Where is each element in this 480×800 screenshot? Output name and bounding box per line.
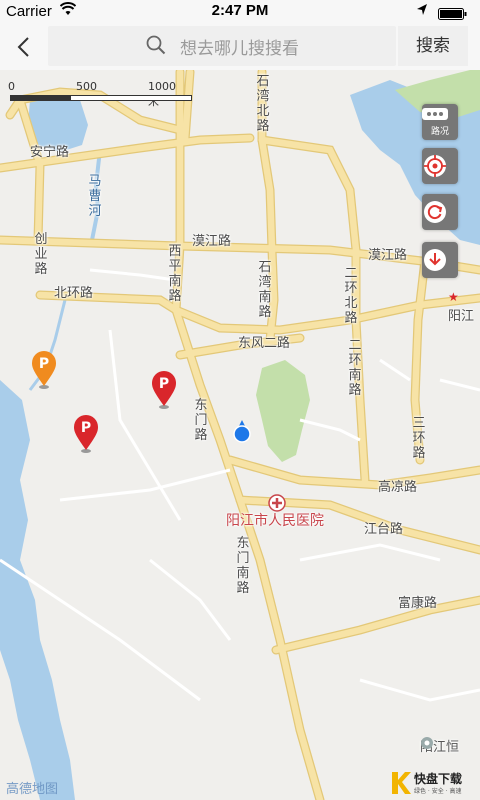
- clock: 2:47 PM: [211, 2, 269, 19]
- svg-text:P: P: [81, 420, 91, 436]
- svg-text:P: P: [39, 356, 49, 372]
- search-icon: [146, 35, 166, 59]
- road-label-xiping-south: 西平南路: [168, 244, 182, 304]
- amap-watermark: 高德地图: [6, 782, 59, 797]
- road-label-chuangye: 创业路: [34, 232, 48, 277]
- locate-button[interactable]: [422, 148, 458, 184]
- traffic-icon: [422, 108, 448, 120]
- road-label-shiwan-north: 石湾北路: [256, 74, 270, 134]
- location-dot-icon: [233, 420, 251, 443]
- road-label-dongmen: 东门路: [194, 398, 208, 443]
- search-input[interactable]: 想去哪儿搜搜看: [48, 26, 396, 66]
- search-placeholder: 想去哪儿搜搜看: [180, 39, 299, 59]
- download-icon: [424, 249, 446, 271]
- place-icon: [421, 737, 433, 749]
- brand-tagline: 绿色 · 安全 · 高速: [414, 788, 462, 795]
- refresh-icon: [424, 201, 446, 223]
- road-label-erhuan-north: 二环北路: [344, 266, 358, 326]
- poi-yangjiang-heng[interactable]: 阳江恒: [420, 736, 459, 755]
- road-label-jiangtai: 江台路: [364, 522, 404, 537]
- scale-bar-graphic: [10, 95, 192, 101]
- crosshair-icon: [424, 155, 446, 177]
- hospital-label: 阳江市人民医院: [226, 513, 324, 529]
- location-arrow-icon: [416, 3, 428, 21]
- refresh-button[interactable]: [422, 194, 458, 230]
- road-label-shiwan-south: 石湾南路: [258, 260, 272, 320]
- road-label-beihuan: 北环路: [54, 286, 94, 301]
- hospital-icon: [268, 494, 286, 512]
- road-label-gaoliang: 高凉路: [378, 480, 418, 495]
- parking-pin-icon: P: [74, 415, 98, 453]
- download-button[interactable]: [422, 242, 458, 278]
- star-icon: ★: [448, 290, 459, 304]
- brand-logo: 快盘下载 绿色 · 安全 · 高速: [390, 768, 478, 798]
- road-label-anning: 安宁路: [30, 145, 70, 160]
- scale-tick-0: 0: [8, 80, 15, 93]
- brand-k-icon: [392, 772, 411, 794]
- back-button[interactable]: [8, 30, 40, 64]
- map-view[interactable]: 0 500 1000 米 安宁路 石湾北路 创业路 马曹河 漠江路 漠江路 西平…: [0, 70, 480, 800]
- road-label-dongfeng-2: 东风二路: [238, 336, 291, 351]
- river-label-macaohe: 马曹河: [88, 174, 102, 219]
- scale-tick-500: 500: [76, 80, 97, 93]
- svg-text:P: P: [159, 376, 169, 392]
- chevron-left-icon: [17, 37, 29, 57]
- traffic-button[interactable]: 路况: [422, 104, 458, 140]
- road-label-erhuan-south: 二环南路: [348, 338, 362, 398]
- road-label-hanjiang-west: 漠江路: [192, 234, 232, 249]
- search-bar: 想去哪儿搜搜看 搜索: [0, 24, 480, 70]
- status-bar: Carrier 2:47 PM: [0, 0, 480, 24]
- road-label-sanhuan: 三环路: [412, 416, 426, 461]
- road-label-fukang: 富康路: [398, 596, 438, 611]
- poi-yang-right[interactable]: ★ 阳江: [448, 286, 480, 324]
- road-label-hanjiang-east: 漠江路: [368, 248, 408, 263]
- traffic-label: 路况: [430, 127, 449, 137]
- parking-pin-icon: P: [152, 371, 176, 409]
- road-label-dongmen-south: 东门南路: [236, 536, 250, 596]
- parking-pin-icon: P: [32, 351, 56, 389]
- brand-name: 快盘下载: [414, 772, 463, 786]
- search-button[interactable]: 搜索: [398, 26, 468, 66]
- battery-icon: [438, 6, 468, 20]
